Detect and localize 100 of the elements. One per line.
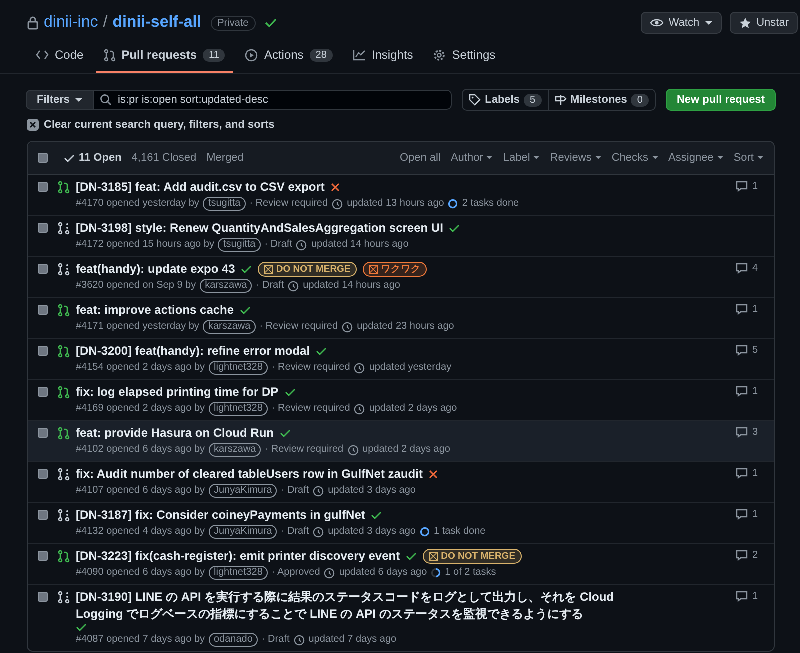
pull-request-meta: #4090 opened 6 days ago by (76, 567, 205, 579)
comment-count[interactable]: 3 (752, 427, 758, 438)
comment-count[interactable]: 1 (752, 304, 758, 315)
repo-link[interactable]: dinii-self-all (112, 14, 202, 32)
repo-action-button[interactable]: Unstar (730, 12, 798, 34)
pull-request-title[interactable]: [DN-3200] feat(handy): refine error modal (76, 343, 310, 360)
state-filter-link[interactable]: Merged (206, 152, 244, 164)
repo-tab[interactable]: Code (28, 45, 92, 73)
open-all-link[interactable]: Open all (400, 152, 441, 164)
select-all-checkbox[interactable] (38, 153, 48, 163)
review-status: · Draft (262, 634, 290, 646)
filter-menu[interactable]: Checks (612, 152, 659, 164)
clock-icon (332, 198, 344, 210)
pull-request-icon (104, 48, 116, 62)
filter-menu[interactable]: Label (503, 152, 540, 164)
clock-icon (354, 362, 366, 374)
caret-icon (716, 156, 724, 160)
row-checkbox[interactable] (38, 592, 48, 602)
comment-count[interactable]: 1 (752, 509, 758, 520)
repo-tab[interactable]: Insights (344, 45, 422, 73)
pull-request-title[interactable]: [DN-3185] feat: Add audit.csv to CSV export (76, 179, 325, 196)
author-link[interactable]: tsugitta (218, 238, 261, 252)
row-checkbox[interactable] (38, 510, 48, 520)
author-link[interactable]: JunyaKimura (209, 484, 278, 498)
row-checkbox[interactable] (38, 387, 48, 397)
graph-icon (352, 49, 366, 61)
pull-request-title[interactable]: fix: Audit number of cleared tableUsers row in GulfNet zaudit (76, 466, 423, 483)
filter-menu[interactable]: Reviews (550, 152, 602, 164)
author-link[interactable]: karszawa (203, 320, 256, 334)
comment-icon (736, 181, 748, 192)
row-checkbox[interactable] (38, 182, 48, 192)
updated-time: updated 2 days ago (369, 403, 458, 415)
clear-filters-link[interactable]: Clear current search query, filters, and sorts (44, 119, 275, 131)
owner-link[interactable]: dinii-inc (44, 14, 98, 32)
caret-icon (486, 156, 494, 160)
task-count: 2 tasks done (462, 198, 520, 210)
author-link[interactable]: JunyaKimura (209, 525, 278, 539)
author-link[interactable]: lightnet328 (209, 361, 268, 375)
comment-icon (736, 427, 748, 438)
updated-time: updated 7 days ago (308, 634, 397, 646)
pull-request-title[interactable]: feat: improve actions cache (76, 302, 234, 319)
author-link[interactable]: tsugitta (203, 197, 246, 211)
filters-button[interactable]: Filters (26, 90, 94, 110)
comment-count[interactable]: 1 (752, 468, 758, 479)
row-checkbox[interactable] (38, 264, 48, 274)
updated-time: updated 14 hours ago (311, 239, 409, 251)
repo-tab[interactable]: Pull requests 11 (96, 45, 234, 73)
new-pull-request-button[interactable]: New pull request (666, 89, 776, 111)
row-checkbox[interactable] (38, 305, 48, 315)
comment-count[interactable]: 1 (752, 386, 758, 397)
check-icon (64, 154, 75, 162)
pull-request-title[interactable]: feat(handy): update expo 43 (76, 261, 236, 278)
milestones-button[interactable]: Milestones 0 (548, 89, 656, 111)
filter-menu[interactable]: Assignee (668, 152, 724, 164)
state-filter-link[interactable]: 11 Open (64, 152, 122, 164)
author-link[interactable]: karszawa (209, 443, 262, 457)
search-input[interactable]: is:pr is:open sort:updated-desc (118, 94, 446, 106)
row-checkbox[interactable] (38, 428, 48, 438)
comment-count[interactable]: 2 (752, 550, 758, 561)
labels-button[interactable]: Labels 5 (462, 89, 549, 111)
row-checkbox[interactable] (38, 223, 48, 233)
repo-action-button[interactable]: Watch (640, 12, 722, 34)
repo-tab[interactable]: Settings (425, 45, 504, 73)
author-link[interactable]: karszawa (200, 279, 252, 293)
label-tag[interactable]: DO NOT MERGE (258, 262, 357, 277)
row-checkbox[interactable] (38, 346, 48, 356)
pull-request-title[interactable]: [DN-3187] fix: Consider coineyPayments in gulfNet (76, 507, 366, 524)
row-checkbox[interactable] (38, 551, 48, 561)
pull-request-title[interactable]: feat: provide Hasura on Cloud Run (76, 425, 274, 442)
comment-count[interactable]: 1 (752, 181, 758, 192)
row-checkbox[interactable] (38, 469, 48, 479)
crossed-box-icon (264, 265, 274, 274)
search-field[interactable]: is:pr is:open sort:updated-desc (94, 90, 452, 110)
pull-request-title[interactable]: [DN-3198] style: Renew QuantityAndSalesAggregation screen UI (76, 220, 444, 237)
comment-count[interactable]: 5 (752, 345, 758, 356)
caret-icon (757, 156, 764, 160)
label-tag[interactable]: DO NOT MERGE (423, 549, 522, 564)
pull-request-row[interactable]: feat: provide Hasura on Cloud Run #4102 opened 6 days ago by karszawa · Review required updated 2 days ago 3 (28, 420, 774, 461)
pull-request-icon (58, 386, 70, 399)
comment-count[interactable]: 1 (752, 591, 758, 602)
pull-request-title[interactable]: [DN-3223] fix(cash-register): emit printer discovery event (76, 548, 400, 565)
filter-menu[interactable]: Author (450, 152, 494, 164)
comment-count[interactable]: 4 (752, 263, 758, 274)
label-tag[interactable]: ワクワク (362, 262, 427, 277)
path-separator: / (103, 14, 108, 32)
tab-counter: 28 (310, 48, 333, 62)
close-icon[interactable] (27, 119, 39, 131)
pull-request-row[interactable]: [DN-3190] LINE の API を実行する際に結果のステータスコードをログとして出力し、それを Cloud Logging でログベースの指標にすることで LINE の API のステータスを監視できるようにする #4087 opened 7 days ago by odanado · Draft updated 7 days ago 1 (28, 584, 774, 651)
code-icon (36, 50, 49, 60)
state-filter-link[interactable]: 4,161 Closed (132, 152, 197, 164)
repo-tab[interactable]: Actions 28 (237, 45, 341, 73)
crossed-box-icon (368, 265, 378, 274)
filter-menu[interactable]: Sort (734, 152, 764, 164)
pull-request-title[interactable]: [DN-3190] LINE の API を実行する際に結果のステータスコードをログとして出力し、それを Cloud Logging でログベースの指標にすることで LINE の API のステータスを監視できるようにする (76, 589, 656, 623)
author-link[interactable]: odanado (209, 633, 258, 647)
author-link[interactable]: lightnet328 (209, 566, 268, 580)
author-link[interactable]: lightnet328 (209, 402, 268, 416)
pull-request-title[interactable]: fix: log elapsed printing time for DP (76, 384, 279, 401)
clock-icon (354, 404, 366, 414)
pull-request-meta: #4171 opened yesterday by (76, 321, 200, 333)
